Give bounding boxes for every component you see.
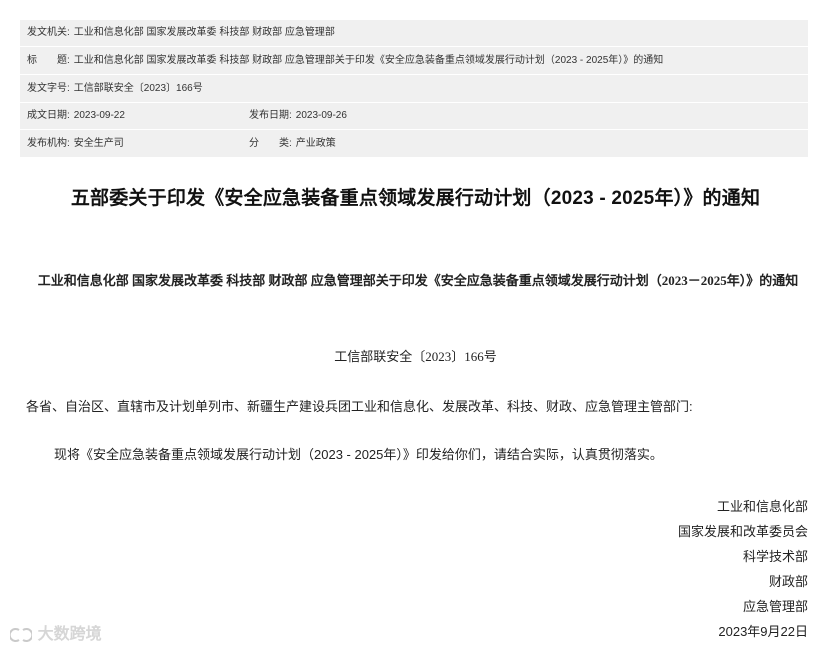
article-title: 五部委关于印发《安全应急装备重点领域发展行动计划（2023 - 2025年）》的… (70, 188, 761, 209)
document-metadata-table: 发文机关: 工业和信息化部 国家发展改革委 科技部 财政部 应急管理部 标 题: 工… (20, 20, 808, 158)
title-label: 标 题: (27, 55, 70, 66)
signer-miit: 工业和信息化部 (716, 499, 808, 514)
meta-row-org: 发布机构: 安全生产司 分 类: 产业政策 (20, 130, 808, 158)
signer-mof: 财政部 (768, 574, 808, 589)
meta-row-issuer: 发文机关: 工业和信息化部 国家发展改革委 科技部 财政部 应急管理部 (20, 20, 808, 47)
published-value: 2023-09-26 (295, 110, 347, 121)
org-label: 发布机构: (27, 138, 70, 149)
article-salutation: 各省、自治区、直辖市及计划单列市、新疆生产建设兵团工业和信息化、发展改革、科技、… (26, 399, 693, 414)
issuer-value: 工业和信息化部 国家发展改革委 科技部 财政部 应急管理部 (73, 27, 335, 38)
meta-row-dates: 成文日期: 2023-09-22 发布日期: 2023-09-26 (20, 103, 808, 130)
signers-block: 工业和信息化部 国家发展和改革委员会 科学技术部 财政部 应急管理部 2023年… (678, 494, 808, 644)
signer-mem: 应急管理部 (742, 599, 808, 614)
watermark-text: 大数跨境 (37, 624, 102, 643)
docno-label: 发文字号: (27, 83, 70, 94)
category-value: 产业政策 (295, 138, 336, 149)
created-value: 2023-09-22 (73, 110, 125, 121)
brand-logo-icon (8, 627, 34, 643)
watermark: 大数跨境 (8, 620, 102, 644)
created-label: 成文日期: (27, 110, 70, 121)
article-subtitle: 工业和信息化部 国家发展改革委 科技部 财政部 应急管理部关于印发《安全应急装备… (37, 273, 799, 288)
title-value: 工业和信息化部 国家发展改革委 科技部 财政部 应急管理部关于印发《安全应急装备… (73, 55, 664, 66)
signer-ndrc: 国家发展和改革委员会 (677, 524, 808, 539)
issuer-label: 发文机关: (27, 27, 70, 38)
category-label: 分 类: (249, 138, 292, 149)
article-document-number: 工信部联安全〔2023〕166号 (334, 349, 497, 364)
signing-date: 2023年9月22日 (718, 624, 808, 639)
docno-value: 工信部联安全〔2023〕166号 (73, 83, 203, 94)
meta-row-title: 标 题: 工业和信息化部 国家发展改革委 科技部 财政部 应急管理部关于印发《安全… (20, 47, 808, 75)
org-value: 安全生产司 (73, 138, 124, 149)
meta-row-docno: 发文字号: 工信部联安全〔2023〕166号 (20, 75, 808, 103)
signer-most: 科学技术部 (742, 549, 808, 564)
article-body: 现将《安全应急装备重点领域发展行动计划（2023 - 2025年）》印发给你们，… (54, 447, 663, 462)
published-label: 发布日期: (249, 110, 292, 121)
